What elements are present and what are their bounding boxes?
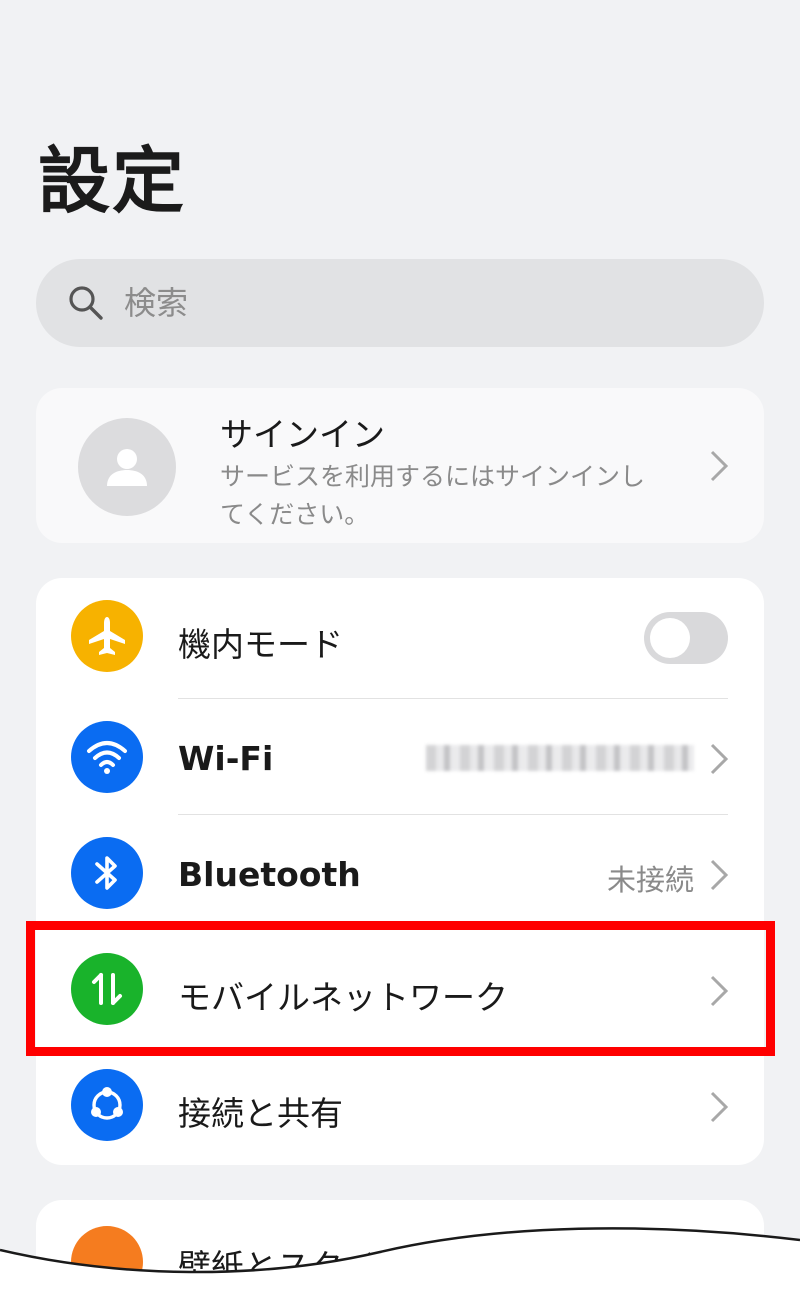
setting-label: 機内モード	[178, 625, 343, 664]
wifi-network-name-blurred	[426, 745, 694, 771]
connectivity-settings-card: 機内モード Wi-Fi Bluetooth 未接続 モバイルネットワーク 接続と…	[36, 578, 764, 1165]
setting-row-wifi[interactable]: Wi-Fi	[36, 699, 764, 814]
setting-row-bluetooth[interactable]: Bluetooth 未接続	[36, 815, 764, 930]
chevron-right-icon	[710, 975, 729, 1007]
person-icon	[107, 449, 147, 486]
search-input[interactable]	[124, 284, 684, 322]
bluetooth-icon	[71, 837, 143, 909]
setting-label: 接続と共有	[178, 1094, 343, 1133]
account-signin-card[interactable]: サインイン サービスを利用するにはサインインしてください。	[36, 388, 764, 543]
airplane-mode-toggle[interactable]	[644, 612, 728, 664]
toggle-knob	[650, 618, 690, 658]
page-title: 設定	[38, 139, 187, 223]
setting-row-connection-sharing[interactable]: 接続と共有	[36, 1047, 764, 1162]
setting-row-airplane-mode[interactable]: 機内モード	[36, 578, 764, 693]
search-bar[interactable]	[36, 259, 764, 347]
signin-title: サインイン	[220, 415, 385, 454]
signin-subtitle: サービスを利用するにはサインインしてください。	[220, 462, 646, 529]
chevron-right-icon	[710, 859, 729, 891]
search-icon	[69, 286, 103, 320]
settings-screen: 設定 サインイン サービスを利用するにはサインインしてください。	[0, 0, 800, 1300]
setting-label: Wi-Fi	[178, 739, 274, 778]
setting-row-mobile-network[interactable]: モバイルネットワーク	[36, 931, 764, 1046]
avatar	[78, 418, 176, 516]
bluetooth-status: 未接続	[606, 863, 694, 897]
airplane-icon	[71, 600, 143, 672]
torn-edge-overlay	[0, 1227, 800, 1300]
setting-label: Bluetooth	[178, 855, 361, 894]
chevron-right-icon	[710, 743, 729, 775]
chevron-right-icon	[710, 1091, 729, 1123]
wifi-icon	[71, 721, 143, 793]
share-icon	[71, 1069, 143, 1141]
setting-label: モバイルネットワーク	[178, 978, 508, 1017]
mobile-data-icon	[71, 953, 143, 1025]
chevron-right-icon	[710, 450, 729, 482]
